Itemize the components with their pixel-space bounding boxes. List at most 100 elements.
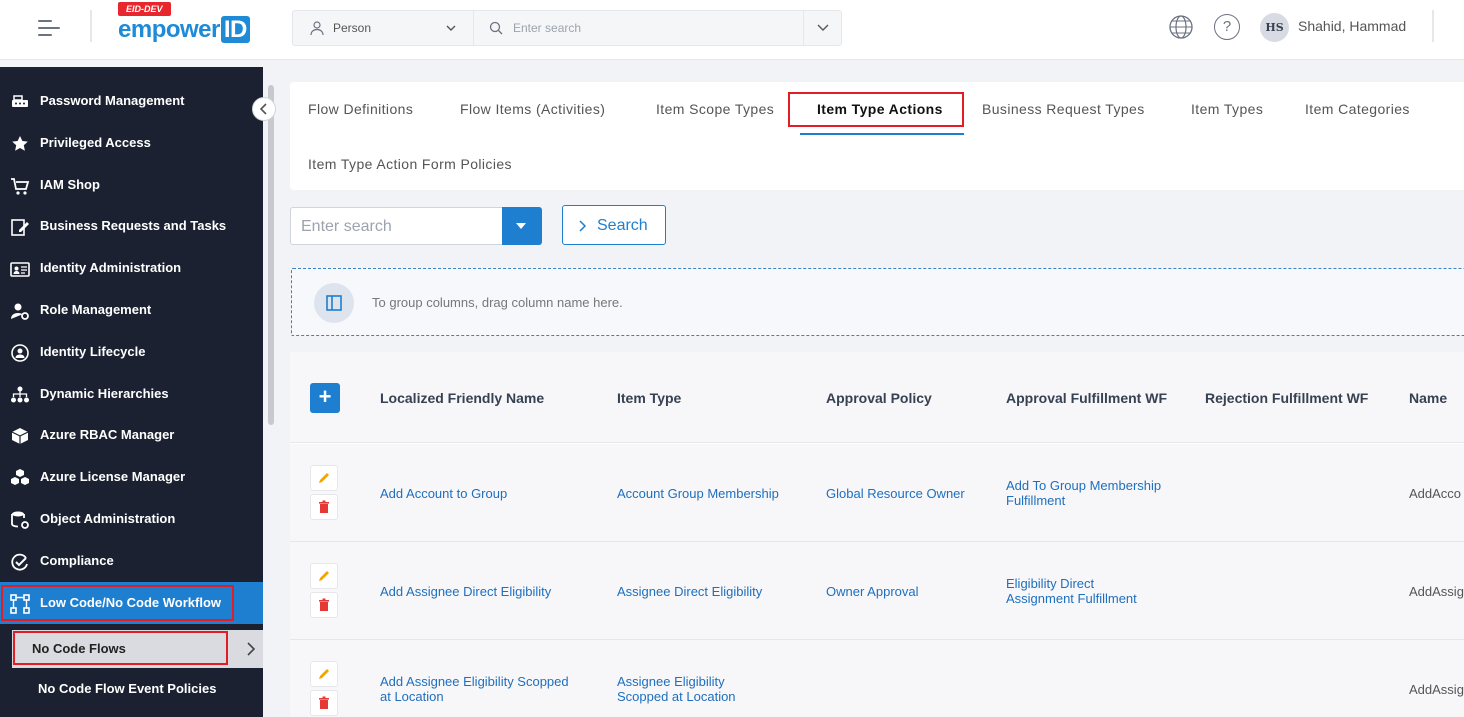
tab-business-request-types[interactable]: Business Request Types [982,101,1145,117]
cell-approval-policy[interactable]: Owner Approval [826,584,919,599]
sidebar-item-label: Role Management [40,302,152,317]
logo-id: ID [220,16,250,43]
sidebar-item-azure-rbac-manager[interactable]: Azure RBAC Manager [0,414,263,456]
cell-approval-fulfillment-line1[interactable]: Add To Group Membership [1006,478,1161,493]
grid-search-dropdown[interactable] [502,207,542,245]
search-input-wrap [475,11,805,45]
tab-form-policies[interactable]: Item Type Action Form Policies [308,156,512,172]
sidebar-item-label: Dynamic Hierarchies [40,386,169,401]
cell-item-type[interactable]: Account Group Membership [617,486,779,501]
group-by-panel[interactable]: To group columns, drag column name here. [291,268,1464,336]
sidebar-item-object-administration[interactable]: Object Administration [0,498,263,540]
group-panel-hint: To group columns, drag column name here. [372,295,623,310]
sidebar-collapse-button[interactable] [252,97,276,121]
help-icon[interactable]: ? [1214,14,1240,40]
workflow-icon [10,594,30,614]
column-header-rejection-fulfillment[interactable]: Rejection Fulfillment WF [1205,390,1368,406]
tab-item-types[interactable]: Item Types [1191,101,1263,117]
sidebar-item-label: Azure RBAC Manager [40,427,175,442]
search-type-select[interactable]: Person [293,11,474,45]
sidebar-item-azure-license-manager[interactable]: Azure License Manager [0,456,263,498]
search-type-label: Person [333,21,372,35]
globe-icon[interactable] [1168,14,1194,40]
cell-approval-fulfillment-line2[interactable]: Assignment Fulfillment [1006,591,1137,606]
sidebar-item-low-code-workflow[interactable]: Low Code/No Code Workflow [0,582,263,624]
sidebar-item-password-management[interactable]: Password Management [0,80,263,122]
tab-item-type-actions[interactable]: Item Type Actions [817,101,943,117]
user-gear-icon [11,303,29,320]
caret-down-icon [516,223,526,229]
sidebar-item-label: Identity Administration [40,260,182,275]
cart-icon [11,178,30,195]
search-button[interactable]: Search [562,205,666,245]
edit-button[interactable] [310,661,338,687]
chevron-right-icon [579,220,587,232]
columns-icon [314,283,354,323]
trash-icon [319,500,329,513]
tab-flow-definitions[interactable]: Flow Definitions [308,101,413,117]
sidebar-item-label: Azure License Manager [40,469,186,484]
person-icon [310,21,324,36]
search-icon [489,21,503,35]
column-header-approval-fulfillment[interactable]: Approval Fulfillment WF [1006,390,1167,406]
cell-approval-fulfillment-line2[interactable]: Fulfillment [1006,493,1065,508]
cell-item-type-line2[interactable]: Scopped at Location [617,689,736,704]
trash-icon [319,696,329,709]
cell-item-type[interactable]: Assignee Direct Eligibility [617,584,762,599]
tab-bar: Flow Definitions Flow Items (Activities)… [290,82,1464,190]
search-button-label: Search [597,217,648,234]
column-header-item-type[interactable]: Item Type [617,390,681,406]
cell-friendly-name-line1[interactable]: Add Assignee Eligibility Scopped [380,674,569,689]
cell-friendly-name-line2[interactable]: at Location [380,689,444,704]
search-dropdown-button[interactable] [803,11,841,45]
grid-header: + Localized Friendly Name Item Type Appr… [290,352,1464,443]
sidebar-scrollbar[interactable] [268,85,274,425]
table-row: Add Account to Group Account Group Membe… [290,444,1464,542]
delete-button[interactable] [310,690,338,716]
sidebar-item-compliance[interactable]: Compliance [0,540,263,582]
sidebar-item-privileged-access[interactable]: Privileged Access [0,122,263,164]
edit-button[interactable] [310,465,338,491]
sidebar-item-dynamic-hierarchies[interactable]: Dynamic Hierarchies [0,373,263,415]
chevron-down-icon [446,25,456,31]
delete-button[interactable] [310,592,338,618]
cell-approval-fulfillment-line1[interactable]: Eligibility Direct [1006,576,1094,591]
edit-button[interactable] [310,563,338,589]
avatar[interactable]: HS [1260,13,1289,42]
cell-item-type-line1[interactable]: Assignee Eligibility [617,674,725,689]
cell-friendly-name[interactable]: Add Assignee Direct Eligibility [380,584,551,599]
cubes-icon [11,469,29,485]
add-row-button[interactable]: + [310,383,340,413]
global-search: Person [292,10,842,46]
user-name[interactable]: Shahid, Hammad [1298,18,1406,34]
env-badge: EID-DEV [118,2,171,16]
logo-text: empower ID [118,16,250,44]
sidebar-item-identity-administration[interactable]: Identity Administration [0,247,263,289]
compliance-icon [11,553,28,571]
delete-button[interactable] [310,494,338,520]
global-search-input[interactable] [513,18,793,38]
sidebar-item-business-requests[interactable]: Business Requests and Tasks [0,205,263,247]
tab-item-categories[interactable]: Item Categories [1305,101,1410,117]
cube-icon [11,428,29,444]
column-header-approval-policy[interactable]: Approval Policy [826,390,932,406]
sidebar-item-identity-lifecycle[interactable]: Identity Lifecycle [0,331,263,373]
sidebar-item-iam-shop[interactable]: IAM Shop [0,164,263,206]
sidebar-item-label: Password Management [40,93,185,108]
grid-search-input[interactable] [301,217,491,237]
trash-icon [319,598,329,611]
menu-toggle-icon[interactable] [38,18,62,38]
tab-flow-items[interactable]: Flow Items (Activities) [460,101,605,117]
column-header-friendly-name[interactable]: Localized Friendly Name [380,390,544,406]
edit-doc-icon [11,219,29,236]
cell-friendly-name[interactable]: Add Account to Group [380,486,507,501]
sidebar-item-label: Object Administration [40,511,176,526]
sidebar-item-role-management[interactable]: Role Management [0,289,263,331]
sidebar-subitem-event-policies[interactable]: No Code Flow Event Policies [0,670,263,708]
pencil-icon [319,473,329,483]
tab-item-scope-types[interactable]: Item Scope Types [656,101,774,117]
cell-approval-policy[interactable]: Global Resource Owner [826,486,965,501]
sidebar-subitem-no-code-flows[interactable]: No Code Flows [12,630,263,668]
column-header-name[interactable]: Name [1409,390,1447,406]
empowerid-logo[interactable]: EID-DEV empower ID [118,2,258,46]
